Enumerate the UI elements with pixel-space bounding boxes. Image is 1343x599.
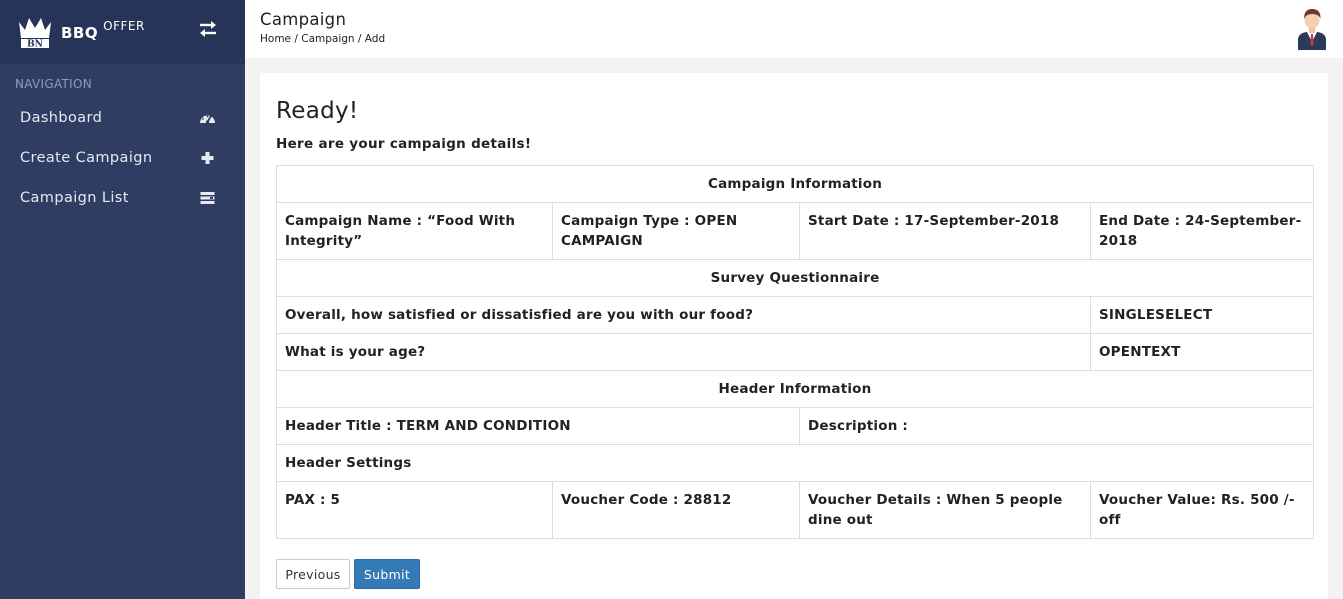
breadcrumb-separator: / [291, 33, 302, 45]
question-text: What is your age? [276, 333, 1091, 371]
previous-button[interactable]: Previous [276, 559, 350, 589]
header-description: Description : [798, 407, 1315, 445]
question-type: SINGLESELECT [1089, 296, 1315, 334]
pax-value: PAX : 5 [276, 481, 553, 539]
dashboard-icon [200, 115, 215, 124]
header-title: Header Title : TERM AND CONDITION [276, 407, 800, 445]
section-campaign-info: Campaign Information [275, 165, 1315, 203]
question-type: OPENTEXT [1089, 333, 1315, 371]
nav-heading: NAVIGATION [15, 77, 93, 91]
campaign-details-table: Campaign Information Campaign Name : “Fo… [275, 165, 1315, 539]
crown-logo-icon: BN [19, 18, 51, 50]
brand[interactable]: BN BBQ OFFER [0, 0, 245, 64]
user-avatar[interactable] [1295, 6, 1329, 50]
plus-icon [201, 152, 214, 164]
table-row: What is your age? OPENTEXT [276, 333, 1315, 371]
page-title: Campaign [260, 10, 347, 29]
breadcrumb-current: Add [364, 33, 386, 45]
swap-arrows-icon[interactable] [197, 19, 219, 39]
voucher-value: Voucher Value: Rs. 500 /- off [1089, 481, 1315, 539]
table-row: Header Title : TERM AND CONDITION Descri… [276, 407, 1315, 445]
table-row: Overall, how satisfied or dissatisfied a… [276, 296, 1315, 334]
start-date: Start Date : 17-September-2018 [799, 202, 1091, 260]
sidebar-item-campaign-list[interactable]: Campaign List [0, 178, 245, 218]
breadcrumb-campaign[interactable]: Campaign [301, 33, 354, 45]
sidebar-item-label: Dashboard [20, 110, 103, 126]
brand-suffix: OFFER [103, 19, 145, 33]
logo-text: BN [27, 40, 43, 50]
ready-heading: Ready! [276, 98, 359, 124]
voucher-details: Voucher Details : When 5 people dine out [799, 481, 1091, 539]
campaign-type: Campaign Type : OPEN CAMPAIGN [552, 202, 800, 260]
voucher-code: Voucher Code : 28812 [552, 481, 800, 539]
table-row: Header Information [275, 370, 1315, 408]
list-icon [200, 192, 215, 204]
question-text: Overall, how satisfied or dissatisfied a… [276, 296, 1091, 334]
table-row: Campaign Name : “Food With Integrity” Ca… [276, 202, 1315, 260]
campaign-summary-card: Ready! Here are your campaign details! C… [260, 73, 1328, 599]
breadcrumb: Home / Campaign / Add [260, 33, 385, 45]
breadcrumb-home[interactable]: Home [260, 33, 291, 45]
sidebar: BN BBQ OFFER NAVIGATION Dashboard Create… [0, 0, 245, 599]
section-header-info: Header Information [275, 370, 1315, 408]
campaign-name: Campaign Name : “Food With Integrity” [276, 202, 553, 260]
end-date: End Date : 24-September-2018 [1089, 202, 1315, 260]
section-header-settings: Header Settings [275, 444, 1315, 482]
sidebar-item-label: Create Campaign [20, 150, 153, 166]
sidebar-item-create-campaign[interactable]: Create Campaign [0, 138, 245, 178]
table-row: Header Settings [275, 444, 1315, 482]
brand-name: BBQ [61, 24, 99, 42]
section-survey: Survey Questionnaire [275, 259, 1315, 297]
sidebar-item-label: Campaign List [20, 190, 129, 206]
details-subtitle: Here are your campaign details! [276, 136, 532, 152]
table-row: Survey Questionnaire [275, 259, 1315, 297]
submit-button[interactable]: Submit [354, 559, 420, 589]
table-row: PAX : 5 Voucher Code : 28812 Voucher Det… [276, 481, 1315, 539]
topbar: Campaign Home / Campaign / Add [245, 0, 1343, 58]
sidebar-item-dashboard[interactable]: Dashboard [0, 98, 245, 138]
table-row: Campaign Information [275, 165, 1315, 203]
breadcrumb-separator: / [354, 33, 365, 45]
